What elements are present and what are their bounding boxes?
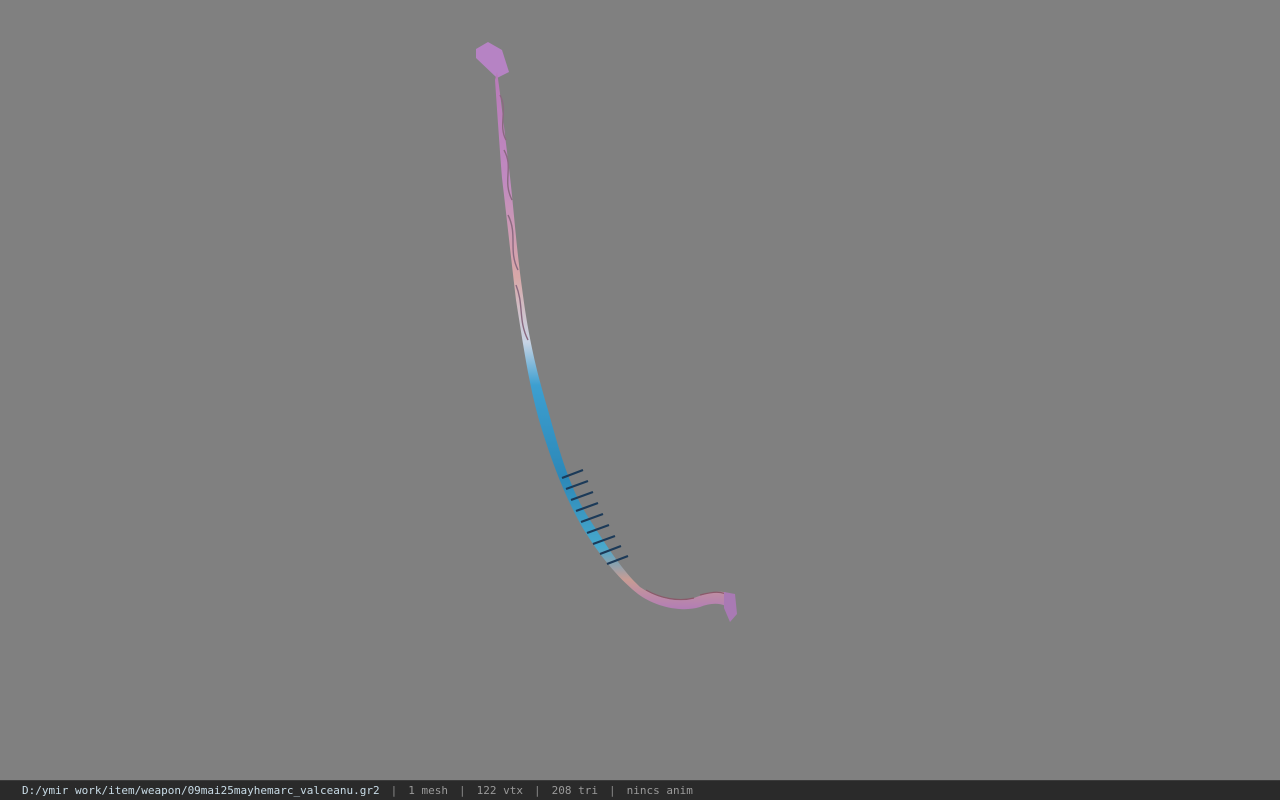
separator: |	[608, 784, 616, 797]
vertex-count: 122 vtx	[476, 784, 523, 797]
grip-wraps	[561, 468, 629, 566]
status-bar: D:/ymir work/item/weapon/09mai25mayhemar…	[0, 780, 1280, 800]
bow-limb	[495, 72, 734, 612]
mesh-count: 1 mesh	[408, 784, 448, 797]
separator: |	[533, 784, 541, 797]
bow-model[interactable]	[0, 0, 1280, 780]
separator: |	[390, 784, 398, 797]
anim-status: nincs anim	[626, 784, 693, 797]
model-viewport[interactable]	[0, 0, 1280, 780]
file-path: D:/ymir work/item/weapon/09mai25mayhemar…	[22, 784, 380, 797]
bow-upper-tip	[476, 42, 509, 78]
triangle-count: 208 tri	[551, 784, 598, 797]
separator: |	[459, 784, 466, 797]
bow-lower-tip	[724, 592, 737, 622]
